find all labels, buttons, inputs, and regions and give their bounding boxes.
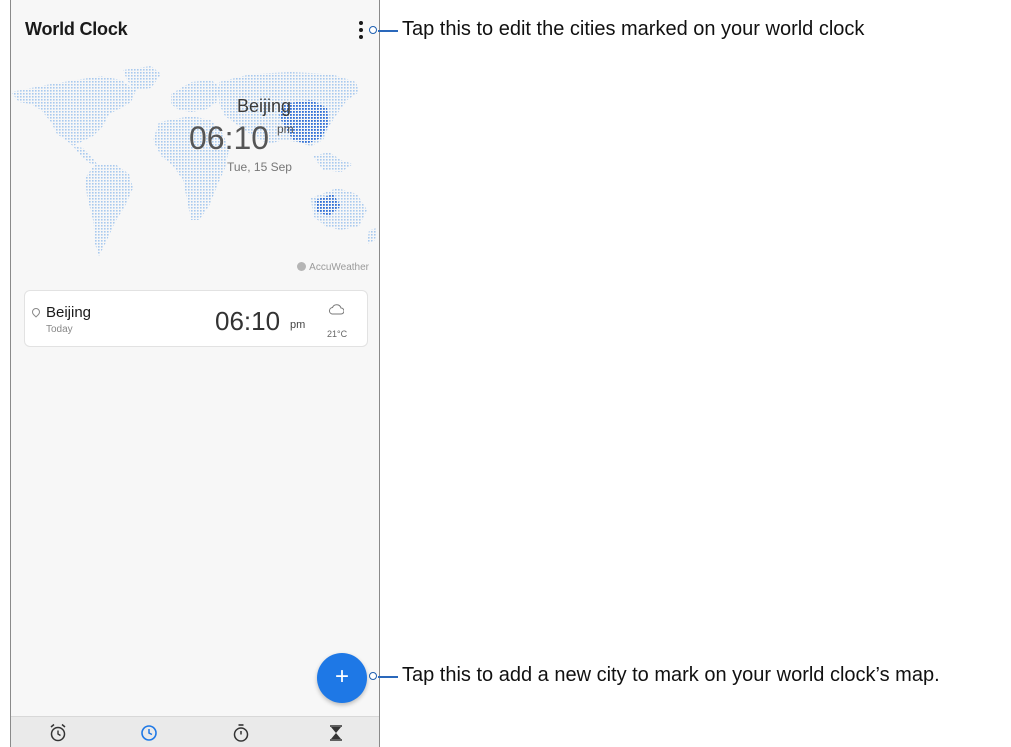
world-map: Beijing 06:10 pm Tue, 15 Sep AccuWeather <box>11 60 379 275</box>
map-date: Tue, 15 Sep <box>227 160 292 174</box>
app-bar: World Clock <box>11 0 379 60</box>
map-city-label: Beijing <box>237 96 292 116</box>
hourglass-icon[interactable] <box>324 722 348 744</box>
temperature: 21°C <box>327 329 348 339</box>
add-city-button[interactable]: + <box>317 653 367 703</box>
cloud-icon <box>328 304 344 315</box>
world-map-dots <box>11 66 377 256</box>
accuweather-logo-icon <box>297 262 307 271</box>
add-callout-line <box>378 676 398 678</box>
map-time: 06:10 <box>189 120 270 156</box>
page-title: World Clock <box>25 19 128 39</box>
add-callout-dot <box>369 672 377 680</box>
alarm-clock-icon[interactable] <box>46 722 70 744</box>
city-ampm: pm <box>290 319 306 331</box>
phone-screen: World Clock Beijing 06:10 pm Tue, 15 Sep… <box>10 0 380 747</box>
menu-callout-dot <box>369 26 377 34</box>
menu-callout-text: Tap this to edit the cities marked on yo… <box>402 18 865 40</box>
menu-callout-line <box>378 30 398 32</box>
clock-icon[interactable] <box>137 722 161 744</box>
location-pin-icon <box>30 306 42 318</box>
city-time: 06:10 <box>215 306 281 336</box>
stopwatch-icon[interactable] <box>229 722 253 744</box>
map-ampm: pm <box>277 122 294 136</box>
more-options-icon[interactable] <box>353 18 369 42</box>
accuweather-credit: AccuWeather <box>297 262 369 273</box>
city-name: Beijing <box>46 304 92 321</box>
city-card[interactable]: Beijing Today 06:10 pm 21°C <box>24 290 368 347</box>
city-day: Today <box>46 324 73 335</box>
add-callout-text: Tap this to add a new city to mark on yo… <box>402 664 940 686</box>
bottom-nav <box>11 716 379 747</box>
